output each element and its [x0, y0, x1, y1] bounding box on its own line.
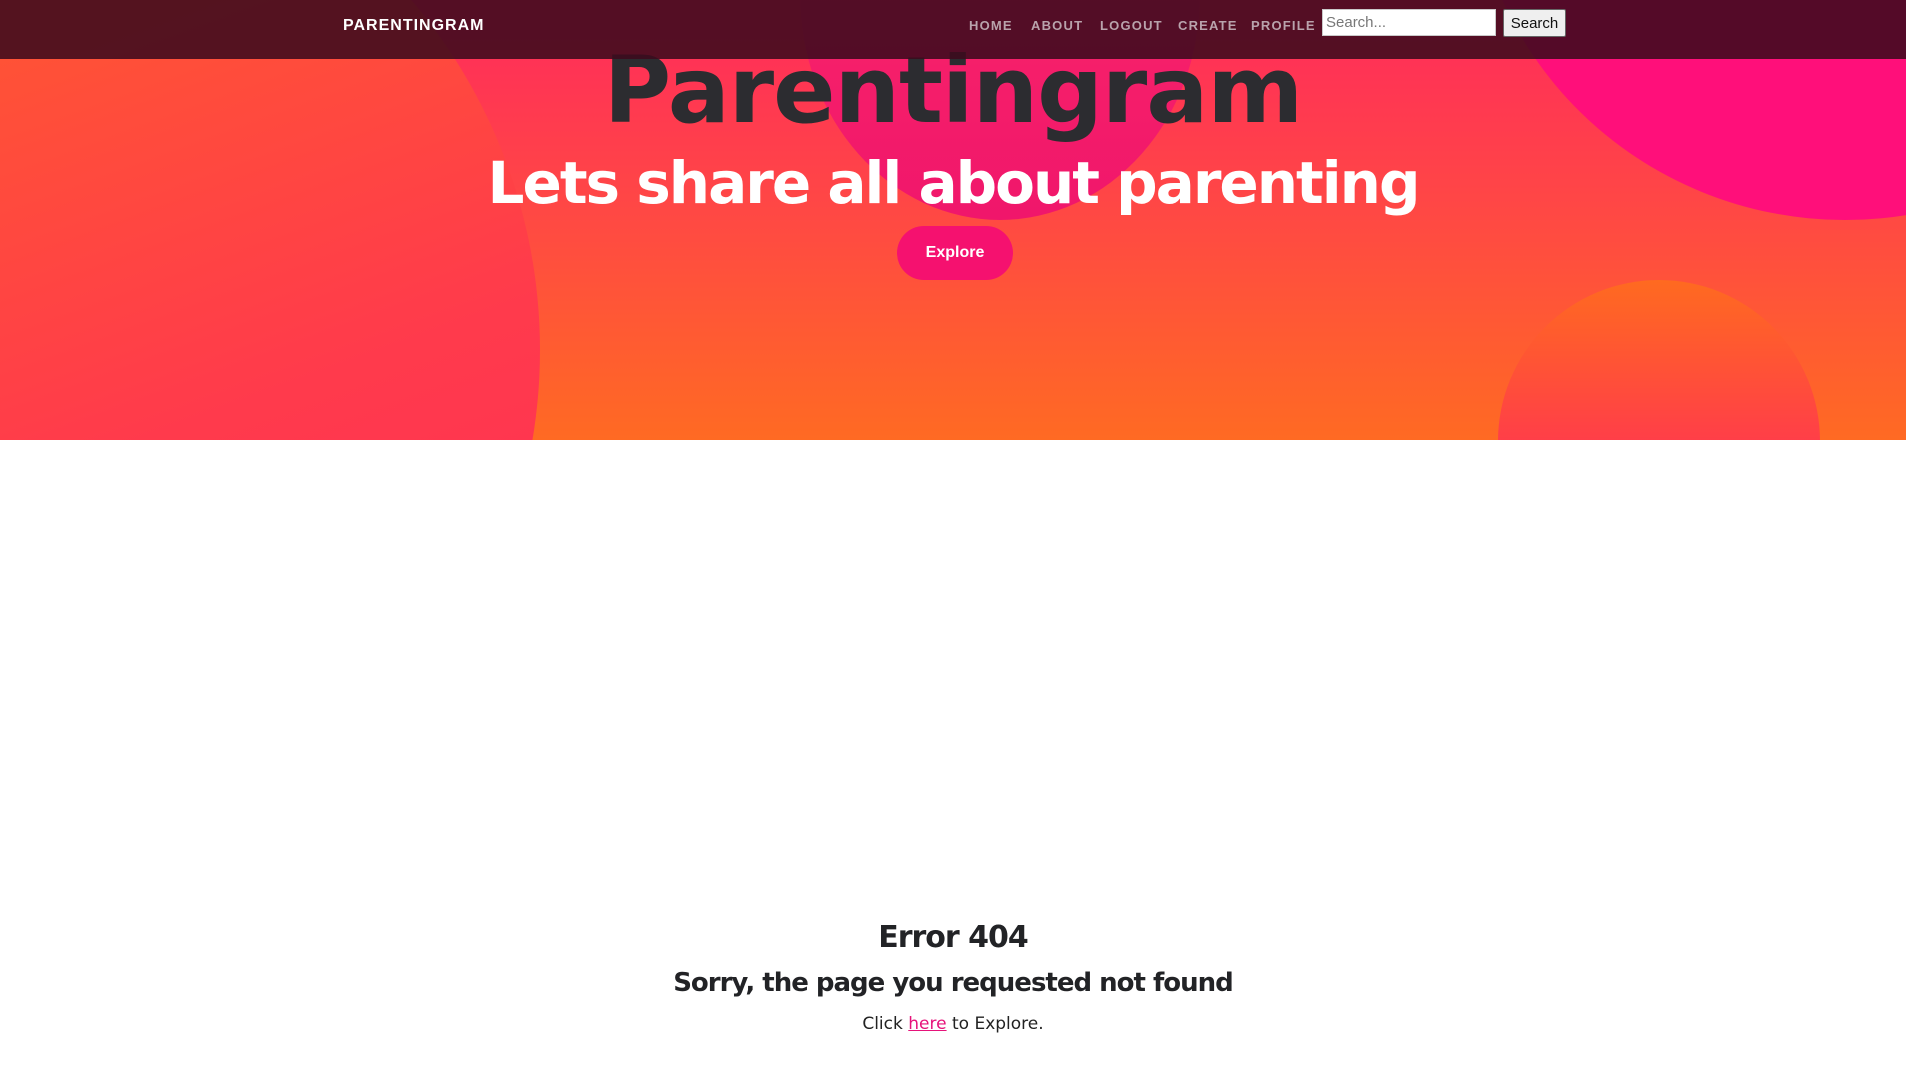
nav-link-logout[interactable]: LOGOUT — [1100, 18, 1163, 33]
error-text-before: Click — [862, 1014, 909, 1034]
error-message: Click here to Explore. — [0, 1012, 1906, 1036]
nav-link-create[interactable]: CREATE — [1178, 18, 1238, 33]
hero-subtitle: Lets share all about parenting — [487, 149, 1421, 217]
nav-link-profile[interactable]: PROFILE — [1251, 18, 1316, 33]
search-input[interactable] — [1322, 9, 1496, 36]
explore-button[interactable]: Explore — [897, 226, 1013, 280]
error-title: Error 404 — [878, 920, 1029, 955]
brand-link[interactable]: PARENTINGRAM — [343, 17, 484, 35]
nav-link-home[interactable]: HOME — [969, 18, 1013, 33]
error-text-after: to Explore. — [946, 1014, 1044, 1034]
error-subtitle: Sorry, the page you requested not found — [673, 968, 1234, 998]
explore-here-link[interactable]: here — [908, 1014, 946, 1034]
search-button[interactable]: Search — [1503, 9, 1566, 37]
navbar: PARENTINGRAM HOME ABOUT LOGOUT CREATE PR… — [0, 0, 1906, 59]
hero-blob-bottom-right — [1498, 280, 1820, 440]
nav-link-about[interactable]: ABOUT — [1031, 18, 1083, 33]
hero-section: Parentingram Lets share all about parent… — [0, 0, 1906, 440]
